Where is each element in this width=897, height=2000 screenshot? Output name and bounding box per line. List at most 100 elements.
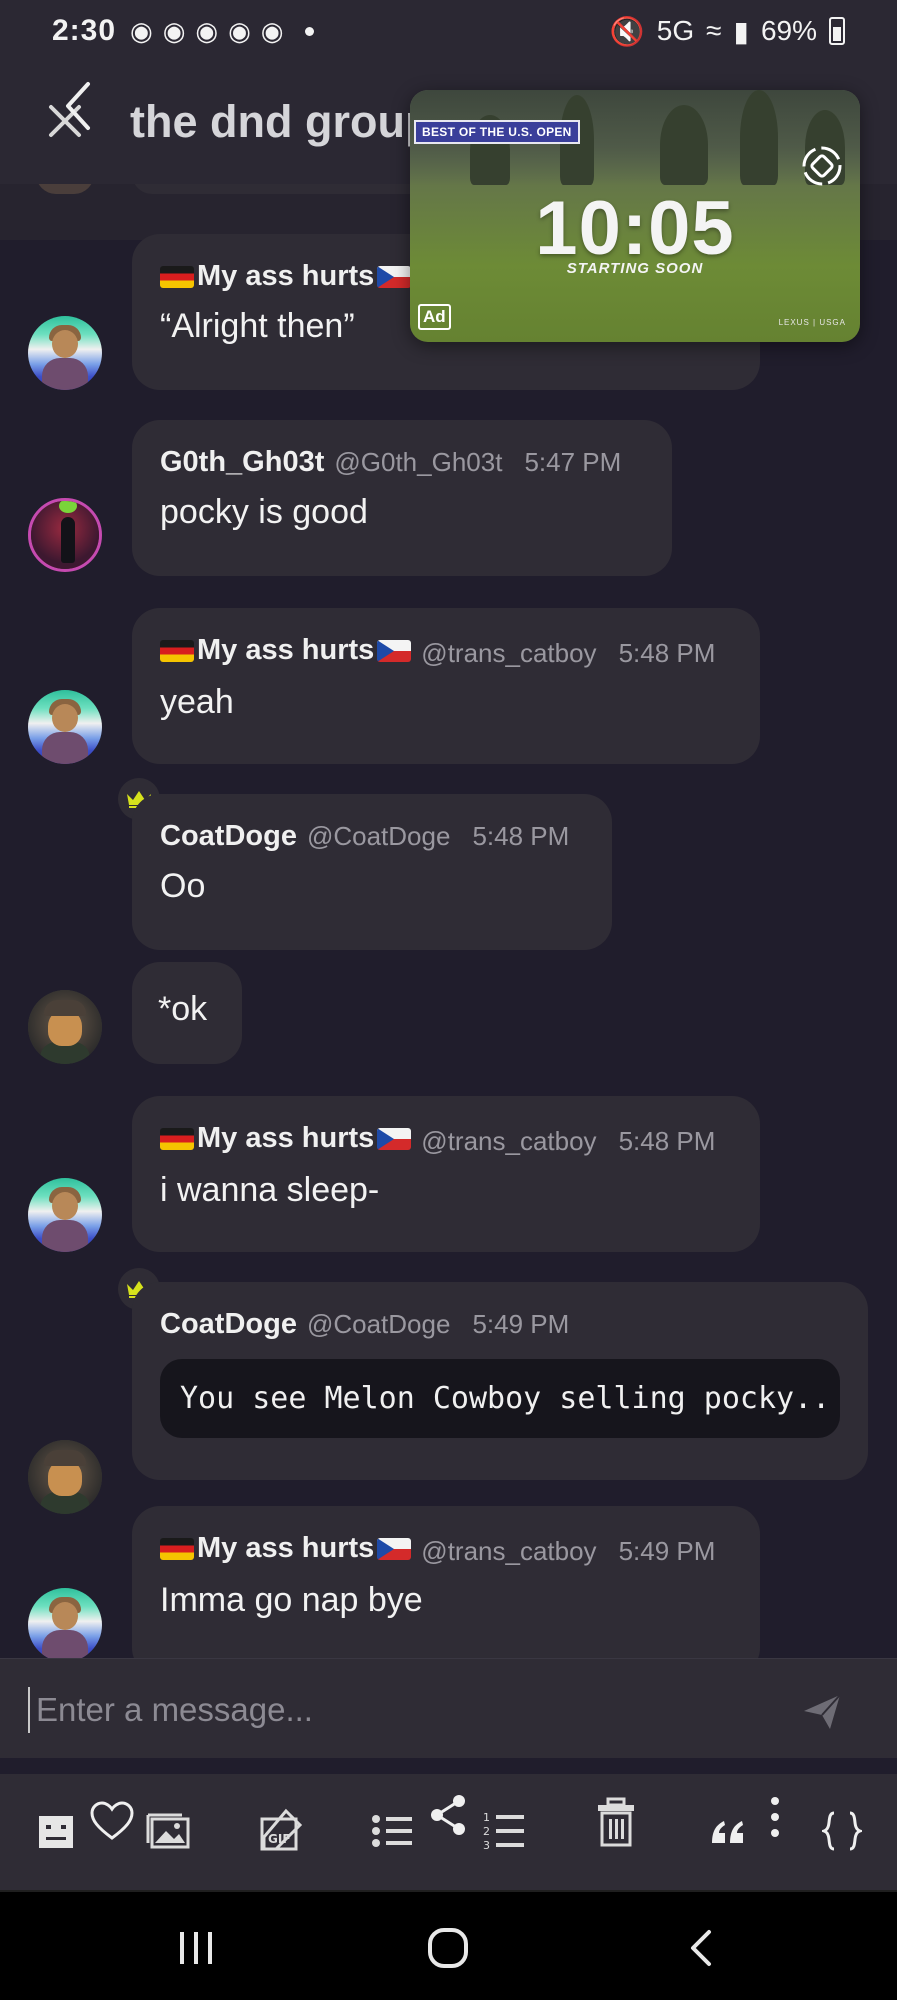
svg-text:GIF: GIF [268, 1832, 291, 1846]
message-handle: @CoatDoge [306, 1309, 451, 1339]
germany-flag-icon [160, 1127, 194, 1150]
svg-text:1: 1 [483, 1811, 490, 1824]
discord-icon: ◉ [260, 15, 284, 46]
ad-tag: BEST OF THE U.S. OPEN [414, 120, 580, 144]
message-composer [0, 1658, 897, 1758]
chevron-left-icon [66, 82, 90, 130]
czech-flag-icon [377, 265, 412, 288]
system-nav-bar [0, 1892, 897, 2000]
message-time: 5:47 PM [524, 447, 622, 477]
message-author[interactable]: CoatDoge [160, 1308, 297, 1341]
message-author[interactable]: My ass hurts [160, 1532, 412, 1565]
signal-icon: ▮ [733, 15, 749, 47]
discord-icon: ◉ [130, 15, 153, 46]
delete-button[interactable] [590, 1794, 642, 1852]
message-handle: @trans_catboy [421, 1125, 597, 1156]
mute-icon: 🔇 [609, 15, 645, 47]
ad-countdown: 10:05 [535, 186, 735, 271]
germany-flag-icon [160, 639, 194, 662]
message-text: pocky is good [160, 493, 368, 531]
code-block: You see Melon Cowboy selling pocky.. [160, 1359, 840, 1438]
germany-flag-icon [160, 265, 194, 288]
message-bubble[interactable]: My ass hurts @trans_catboy 5:49 PM Imma … [132, 1506, 760, 1658]
message-time: 5:49 PM [618, 1535, 716, 1566]
recents-button[interactable] [166, 1920, 226, 1976]
czech-flag-icon [377, 1127, 412, 1150]
message-time: 5:48 PM [618, 1125, 716, 1156]
message-bubble[interactable]: *ok [132, 962, 242, 1064]
more-icon [771, 1797, 779, 1837]
message-bubble[interactable]: My ass hurts @trans_catboy 5:48 PM i wan… [132, 1096, 760, 1252]
message-bubble[interactable]: G0th_Gh03t @G0th_Gh03t 5:47 PM pocky is … [132, 420, 672, 576]
rotate-button[interactable] [800, 144, 844, 188]
network-label: 5G [656, 15, 695, 46]
bullet-list-icon [372, 1815, 412, 1847]
avatar[interactable] [28, 1440, 102, 1514]
discord-icon: ◉ [162, 15, 186, 46]
message-author[interactable]: My ass hurts [160, 634, 412, 667]
numbered-list-icon: 1 2 3 [483, 1811, 524, 1852]
notification-icons: ◉ ◉ ◉ ◉ ◉ [130, 16, 283, 47]
avatar[interactable] [28, 1588, 102, 1658]
status-bar: 2:30 ◉ ◉ ◉ ◉ ◉ 🔇 5G ≈ ▮ 69% [0, 0, 897, 62]
message-list[interactable]: My ass hurts “Alright then” G0th_Gh03t @… [0, 184, 897, 1658]
discord-icon: ◉ [195, 15, 219, 46]
message-author[interactable]: My ass hurts [160, 1122, 412, 1155]
message-time: 5:48 PM [618, 637, 716, 668]
message-author[interactable]: My ass hurts [160, 260, 412, 293]
battery-icon [829, 17, 845, 45]
back-button[interactable] [58, 78, 98, 134]
home-button[interactable] [418, 1920, 478, 1976]
message-time: 5:48 PM [472, 821, 570, 851]
more-notifications-dot [305, 26, 315, 36]
wifi-icon: ≈ [706, 15, 722, 46]
avatar[interactable] [28, 1178, 102, 1252]
code-icon [822, 1811, 862, 1851]
avatar[interactable] [28, 316, 102, 390]
message-input[interactable] [36, 1683, 776, 1737]
bullet-list-button[interactable] [366, 1802, 418, 1860]
image-button[interactable] [142, 1802, 194, 1860]
message-bubble[interactable]: CoatDoge @CoatDoge 5:48 PM Oo [132, 794, 612, 950]
message-text: Oo [160, 867, 206, 905]
message-text: yeah [160, 682, 234, 721]
share-icon [431, 1795, 465, 1835]
recents-icon [180, 1932, 212, 1964]
svg-text:2: 2 [483, 1825, 490, 1838]
message-bubble[interactable]: My ass hurts @trans_catboy 5:48 PM yeah [132, 608, 760, 764]
czech-flag-icon [377, 1537, 412, 1560]
gif-button[interactable]: GIF [254, 1802, 306, 1860]
status-time: 2:30 [52, 14, 117, 47]
emoji-face-icon [39, 1816, 73, 1848]
germany-flag-icon [160, 1537, 194, 1560]
share-button[interactable] [422, 1786, 474, 1844]
ad-video-player[interactable]: BEST OF THE U.S. OPEN 10:05 STARTING SOO… [410, 90, 860, 342]
message-bubble[interactable]: CoatDoge @CoatDoge 5:49 PM You see Melon… [132, 1282, 868, 1480]
gif-icon: GIF [260, 1808, 303, 1851]
rotate-icon [802, 146, 842, 186]
nav-back-button[interactable] [670, 1920, 730, 1976]
message-author[interactable]: G0th_Gh03t [160, 446, 324, 479]
send-button[interactable] [800, 1689, 844, 1733]
text-cursor [28, 1687, 30, 1733]
numbered-list-button[interactable]: 1 2 3 [478, 1802, 530, 1860]
message-author[interactable]: CoatDoge [160, 820, 297, 853]
avatar[interactable] [28, 990, 102, 1064]
message-handle: @CoatDoge [306, 821, 451, 851]
more-options-button[interactable] [760, 1788, 790, 1846]
discord-icon: ◉ [228, 15, 251, 46]
avatar[interactable] [28, 498, 102, 572]
message-text: *ok [158, 990, 208, 1028]
ad-label: Ad [418, 304, 451, 330]
ad-sponsor: LEXUS | USGA [778, 318, 846, 327]
message-text: i wanna sleep- [160, 1170, 380, 1209]
react-button[interactable] [86, 1792, 138, 1850]
quote-button[interactable] [702, 1802, 754, 1860]
message-handle: @trans_catboy [421, 637, 597, 668]
code-button[interactable] [816, 1802, 868, 1860]
avatar[interactable] [28, 690, 102, 764]
trash-icon [598, 1797, 634, 1847]
message-time: 5:49 PM [472, 1309, 570, 1339]
emoji-button[interactable] [30, 1802, 82, 1860]
message-handle: @trans_catboy [421, 1535, 597, 1566]
